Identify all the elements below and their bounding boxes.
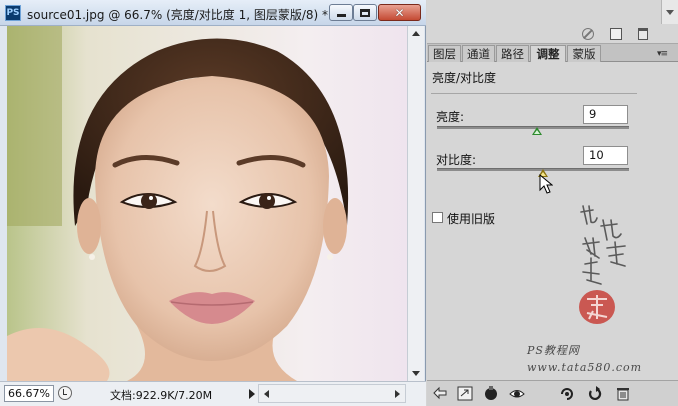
legacy-checkbox[interactable] — [432, 212, 443, 223]
scroll-up-icon[interactable] — [412, 31, 420, 36]
watermark-url: www.tata580.com — [527, 361, 643, 374]
tab-channels[interactable]: 通道 — [462, 45, 495, 62]
horizontal-scrollbar[interactable] — [258, 384, 406, 403]
scroll-left-icon[interactable] — [264, 390, 269, 398]
tab-masks[interactable]: 蒙版 — [567, 45, 601, 62]
contrast-label: 对比度: — [436, 153, 477, 167]
no-icon[interactable] — [582, 28, 594, 40]
adjustments-panel: 亮度/对比度 亮度: 9 对比度: 10 使用旧版 PS教程网 www.tata… — [427, 62, 678, 380]
reset-icon[interactable] — [587, 386, 603, 401]
view-previous-icon[interactable] — [559, 386, 575, 401]
mouse-cursor-icon — [539, 174, 553, 194]
brightness-slider-thumb[interactable] — [531, 127, 542, 135]
layers-panel-footer — [427, 0, 678, 44]
scroll-down-icon[interactable] — [412, 371, 420, 376]
panel-menu-icon[interactable]: ▾≡ — [657, 49, 668, 59]
minimize-button[interactable] — [329, 4, 353, 21]
tab-paths[interactable]: 路径 — [496, 45, 529, 62]
status-menu-arrow-icon[interactable] — [249, 389, 255, 399]
zoom-level-field[interactable]: 66.67% — [4, 385, 54, 402]
minimize-icon — [336, 14, 346, 17]
vertical-scrollbar[interactable] — [407, 26, 424, 381]
close-icon: ✕ — [394, 5, 405, 20]
status-bar: 66.67% 文档:922.9K/7.20M — [0, 381, 426, 406]
maximize-button[interactable] — [353, 4, 377, 21]
trash-icon[interactable] — [638, 28, 648, 40]
contrast-slider-track[interactable] — [437, 168, 629, 171]
visibility-eye-icon[interactable] — [509, 386, 525, 401]
red-seal-stamp — [579, 290, 615, 324]
trash-icon[interactable] — [615, 386, 631, 401]
contrast-input[interactable]: 10 — [583, 146, 628, 165]
new-layer-icon[interactable] — [610, 28, 622, 40]
legacy-label: 使用旧版 — [447, 212, 496, 226]
photoshop-app-icon: PS — [5, 5, 21, 21]
timer-icon[interactable] — [58, 386, 72, 400]
photoshop-screen: PS source01.jpg @ 66.7% (亮度/对比度 1, 图层蒙版/… — [0, 0, 678, 406]
document-title-bar[interactable]: PS source01.jpg @ 66.7% (亮度/对比度 1, 图层蒙版/… — [0, 0, 426, 26]
document-title: source01.jpg @ 66.7% (亮度/对比度 1, 图层蒙版/8) … — [27, 8, 329, 22]
clip-layer-icon[interactable] — [483, 386, 499, 401]
brightness-label: 亮度: — [436, 110, 465, 124]
maximize-icon — [360, 8, 370, 17]
panel-tabs: 图层 通道 路径 调整 蒙版 ▾≡ — [427, 44, 678, 63]
watermark-site-name: PS教程网 — [527, 344, 580, 357]
divider — [431, 93, 637, 94]
image-canvas[interactable] — [7, 26, 407, 381]
tab-layers[interactable]: 图层 — [428, 45, 461, 62]
document-info: 文档:922.9K/7.20M — [110, 389, 213, 402]
brightness-input[interactable]: 9 — [583, 105, 628, 124]
close-button[interactable]: ✕ — [378, 4, 421, 21]
adjustment-title: 亮度/对比度 — [432, 71, 497, 85]
portrait-photo — [7, 26, 407, 381]
adjustments-bottom-toolbar — [427, 380, 678, 406]
back-arrow-icon[interactable] — [432, 386, 448, 401]
document-window: PS source01.jpg @ 66.7% (亮度/对比度 1, 图层蒙版/… — [0, 0, 426, 406]
tab-adjustments[interactable]: 调整 — [530, 45, 566, 63]
scroll-right-icon[interactable] — [395, 390, 400, 398]
panel-scrollbar[interactable] — [661, 0, 678, 24]
expand-view-icon[interactable] — [457, 386, 473, 401]
